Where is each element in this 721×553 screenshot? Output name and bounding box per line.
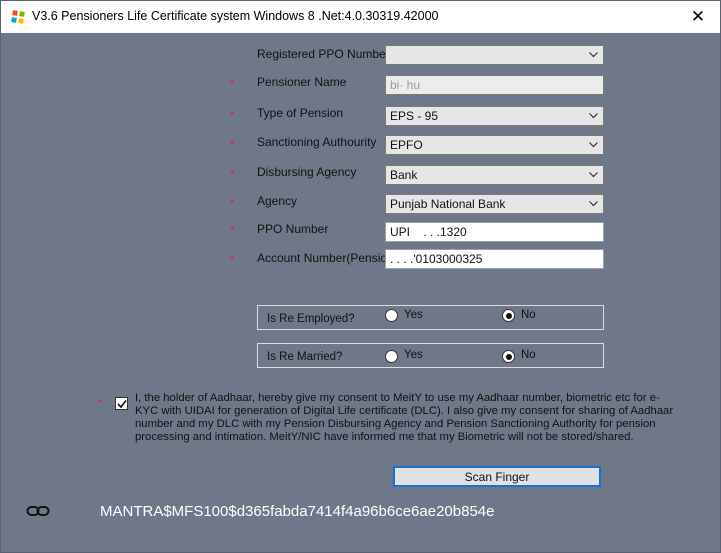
chevron-down-icon: [589, 142, 598, 148]
consent-checkbox[interactable]: [115, 397, 128, 410]
type-of-pension-label: Type of Pension: [257, 106, 344, 120]
re-employed-no-label: No: [521, 309, 536, 321]
account-number-label: Account Number(Pension): [257, 251, 398, 265]
account-number-input[interactable]: . . . .'0103000325: [385, 249, 604, 269]
app-grid-icon: [11, 10, 25, 24]
type-of-pension-select[interactable]: EPS - 95: [385, 106, 604, 126]
agency-value: Punjab National Bank: [390, 197, 506, 211]
chevron-down-icon: [589, 52, 598, 58]
chevron-down-icon: [589, 201, 598, 207]
agency-select[interactable]: Punjab National Bank: [385, 194, 604, 214]
close-button[interactable]: ✕: [676, 1, 720, 33]
checkmark-icon: [117, 400, 127, 409]
re-married-yes-radio[interactable]: [385, 350, 398, 363]
pensioner-name-value: bi· hu: [390, 78, 421, 92]
re-employed-yes-label: Yes: [404, 309, 423, 321]
ppo-number-input[interactable]: UPI . . .1320: [385, 222, 604, 242]
ppo-number-label: PPO Number: [257, 222, 329, 236]
link-icon: [26, 506, 50, 516]
registered-ppo-select[interactable]: [385, 45, 604, 65]
re-employed-yes-radio[interactable]: [385, 309, 398, 322]
re-married-yes-label: Yes: [404, 349, 423, 361]
disbursing-agency-label: Disbursing Agency: [257, 165, 357, 179]
required-marker: *: [98, 396, 103, 410]
main-window: V3.6 Pensioners Life Certificate system …: [0, 0, 721, 553]
required-marker: *: [230, 167, 235, 181]
re-married-no-radio[interactable]: [502, 350, 515, 363]
re-married-label: Is Re Married?: [267, 351, 343, 363]
pensioner-name-label: Pensioner Name: [257, 75, 347, 89]
required-marker: *: [230, 77, 235, 91]
pensioner-name-field[interactable]: bi· hu: [385, 75, 604, 95]
chevron-down-icon: [589, 172, 598, 178]
required-marker: *: [230, 108, 235, 122]
title-bar: V3.6 Pensioners Life Certificate system …: [1, 1, 720, 33]
window-title: V3.6 Pensioners Life Certificate system …: [32, 9, 439, 23]
re-employed-label: Is Re Employed?: [267, 313, 355, 325]
consent-text: I, the holder of Aadhaar, hereby give my…: [135, 392, 674, 443]
re-employed-group: Is Re Employed? Yes No: [257, 305, 604, 330]
account-number-value: . . . .'0103000325: [390, 252, 483, 266]
close-icon: ✕: [690, 7, 706, 26]
device-id-text: MANTRA$MFS100$d365fabda7414f4a96b6ce6ae2…: [100, 503, 495, 520]
required-marker: *: [230, 253, 235, 267]
re-employed-no-radio[interactable]: [502, 309, 515, 322]
required-marker: *: [230, 137, 235, 151]
type-of-pension-value: EPS - 95: [390, 109, 439, 123]
ppo-number-value: UPI . . .1320: [390, 225, 467, 239]
re-married-no-label: No: [521, 349, 536, 361]
required-marker: *: [230, 224, 235, 238]
sanctioning-authority-label: Sanctioning Authourity: [257, 135, 377, 149]
required-marker: *: [230, 196, 235, 210]
registered-ppo-label: Registered PPO Number: [257, 47, 390, 61]
sanctioning-authority-value: EPFO: [390, 138, 423, 152]
chevron-down-icon: [589, 113, 598, 119]
re-married-group: Is Re Married? Yes No: [257, 343, 604, 368]
disbursing-agency-select[interactable]: Bank: [385, 165, 604, 185]
disbursing-agency-value: Bank: [390, 168, 418, 182]
sanctioning-authority-select[interactable]: EPFO: [385, 135, 604, 155]
agency-label: Agency: [257, 194, 298, 208]
scan-finger-button[interactable]: Scan Finger: [393, 466, 601, 487]
